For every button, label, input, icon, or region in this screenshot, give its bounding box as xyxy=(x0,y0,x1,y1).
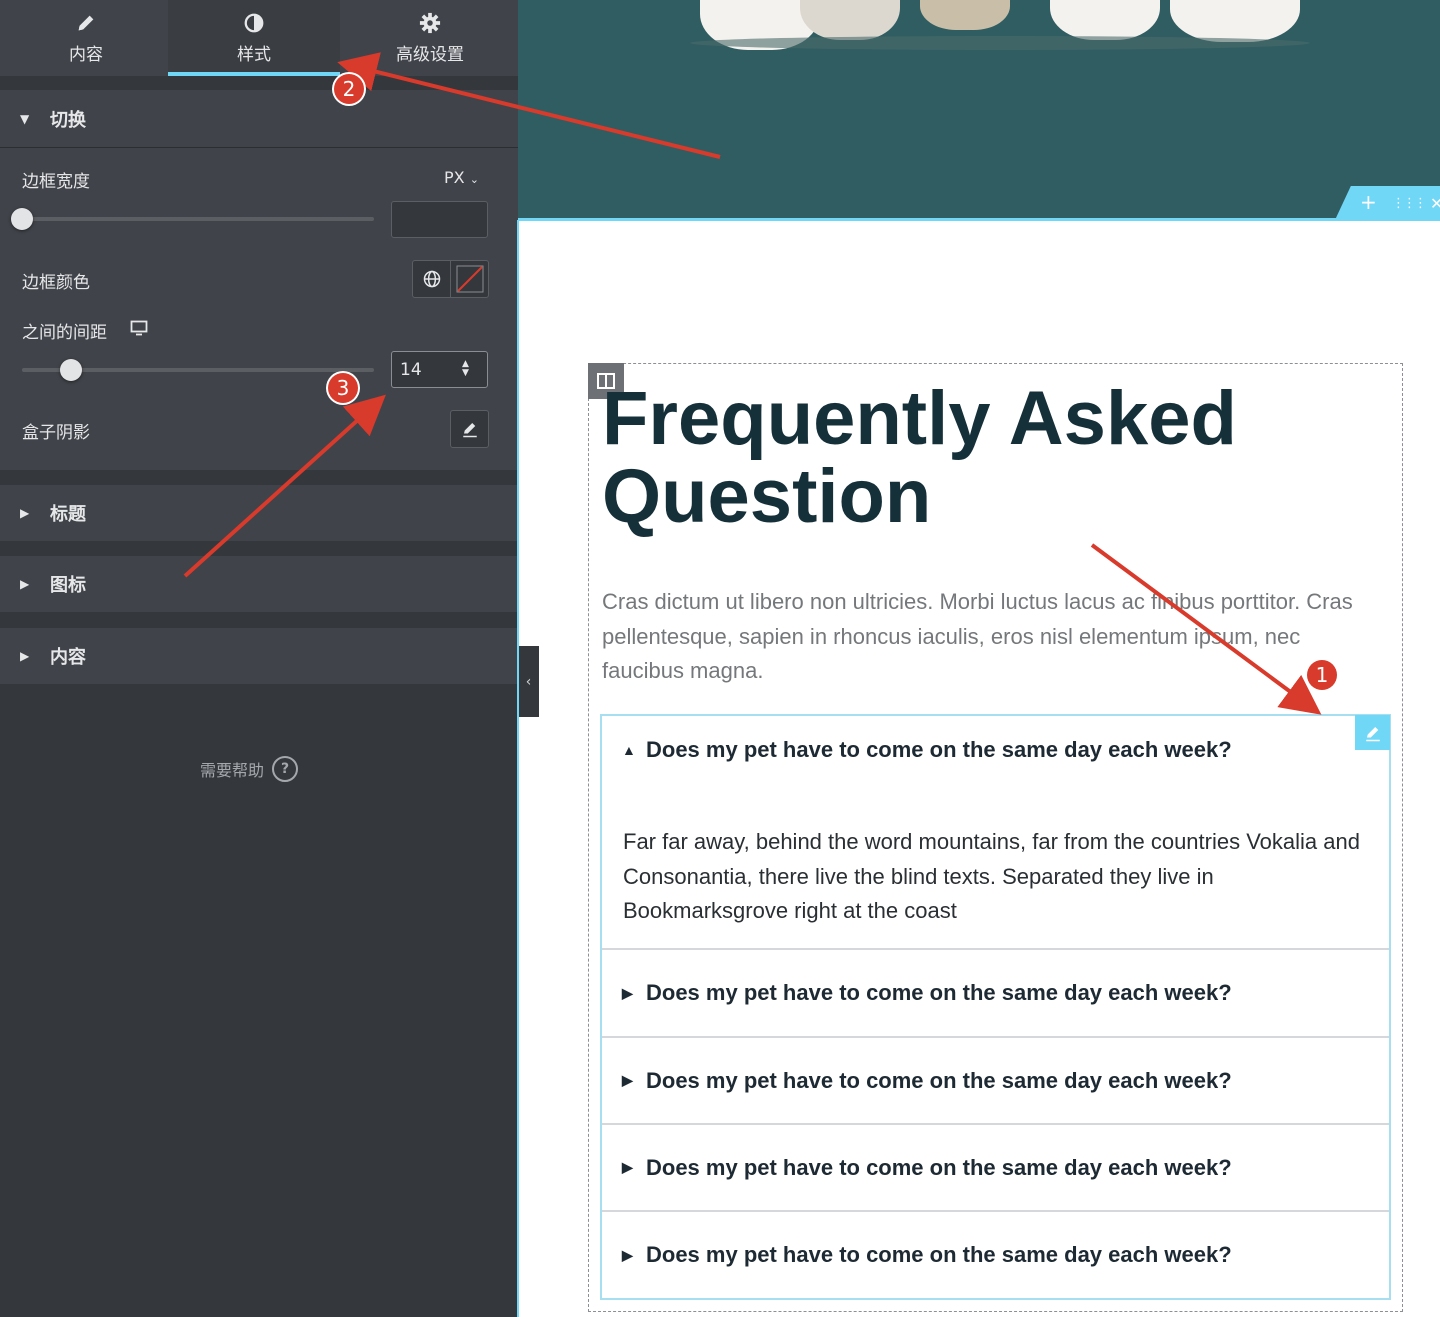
help-link[interactable]: 需要帮助 ? xyxy=(200,756,299,782)
section-content-label: 内容 xyxy=(50,647,86,668)
pencil-icon xyxy=(78,15,94,30)
section-outline-left xyxy=(517,220,519,1317)
accordion-title-5: Does my pet have to come on the same day… xyxy=(646,1242,1232,1267)
edit-widget-button[interactable] xyxy=(1355,715,1390,750)
accordion-item-2[interactable]: ▶ Does my pet have to come on the same d… xyxy=(602,950,1389,1036)
caret-right-icon: ▶ xyxy=(622,984,633,1001)
annotation-badge-3: 3 xyxy=(328,373,358,403)
faq-title: Frequently Asked Question xyxy=(602,376,1237,539)
caret-right-icon: ▶ xyxy=(622,1246,633,1263)
caret-down-icon: ▼ xyxy=(20,112,30,126)
accordion-item-5[interactable]: ▶ Does my pet have to come on the same d… xyxy=(602,1212,1389,1298)
border-width-input[interactable] xyxy=(391,201,488,238)
dog-shadow xyxy=(690,36,1310,50)
section-content-header[interactable]: ▶ 内容 xyxy=(0,628,518,684)
section-icon-header[interactable]: ▶ 图标 xyxy=(0,556,518,612)
tab-advanced[interactable]: 高级设置 xyxy=(344,0,516,76)
border-color-label: 边框颜色 xyxy=(22,273,90,293)
pencil-icon xyxy=(462,423,477,438)
hero-section xyxy=(518,0,1440,220)
chevron-left-icon: ‹ xyxy=(525,673,532,690)
faq-intro: Cras dictum ut libero non ultricies. Mor… xyxy=(602,589,1353,683)
desktop-icon[interactable] xyxy=(130,320,148,336)
border-width-label: 边框宽度 xyxy=(22,172,90,192)
no-color-swatch-icon xyxy=(456,265,483,293)
section-icon-label: 图标 xyxy=(50,575,86,596)
stepper-arrows-icon[interactable]: ▲ ▼ xyxy=(462,360,469,378)
caret-right-icon: ▶ xyxy=(622,1159,633,1175)
accordion-title-3: Does my pet have to come on the same day… xyxy=(646,1067,1232,1093)
global-color-button[interactable] xyxy=(412,260,451,298)
accordion-item-4[interactable]: ▶ Does my pet have to come on the same d… xyxy=(602,1125,1389,1210)
border-width-slider-track[interactable] xyxy=(22,217,374,221)
spacing-slider-handle[interactable] xyxy=(60,359,82,381)
accordion-title-2: Does my pet have to come on the same day… xyxy=(646,980,1232,1005)
accordion-item-3[interactable]: ▶ Does my pet have to come on the same d… xyxy=(602,1038,1389,1123)
contrast-icon xyxy=(244,13,264,32)
globe-icon xyxy=(423,270,440,288)
box-shadow-label: 盒子阴影 xyxy=(22,423,90,443)
chevron-down-icon: ⌄ xyxy=(469,173,479,186)
unit-select[interactable]: PX ⌄ xyxy=(444,168,479,187)
panel-tabs: 内容 样式 高级设置 xyxy=(0,0,518,76)
editor-panel: 内容 样式 高级设置 ▼ 切换 边框宽度 PX ⌄ 边框颜色 之间的间距 14 … xyxy=(0,0,518,1317)
question-icon: ? xyxy=(272,756,299,782)
section-outline xyxy=(518,218,1440,221)
tab-style[interactable]: 样式 xyxy=(168,0,340,76)
panel-collapse-handle[interactable]: ‹ xyxy=(518,646,539,717)
help-label: 需要帮助 xyxy=(200,761,265,780)
unit-value: PX xyxy=(444,168,465,187)
section-toggle-header[interactable]: ▼ 切换 xyxy=(0,92,518,146)
close-section-button[interactable]: ✕ xyxy=(1430,194,1440,213)
section-divider xyxy=(0,147,518,148)
box-shadow-edit-button[interactable] xyxy=(450,410,489,448)
caret-right-icon: ▶ xyxy=(20,506,30,520)
caret-right-icon: ▶ xyxy=(20,649,30,663)
accordion-item-1[interactable]: ▲ Does my pet have to come on the same d… xyxy=(602,716,1389,784)
tab-advanced-label: 高级设置 xyxy=(396,44,464,65)
annotation-badge-1: 1 xyxy=(1307,660,1337,690)
tab-content[interactable]: 内容 xyxy=(0,0,172,76)
pencil-icon xyxy=(1365,726,1380,741)
tab-style-label: 样式 xyxy=(237,44,271,65)
spacing-label: 之间的间距 xyxy=(22,323,107,343)
color-picker-button[interactable] xyxy=(450,260,489,298)
accordion-title-1: Does my pet have to come on the same day… xyxy=(646,737,1232,762)
annotation-badge-2: 2 xyxy=(334,74,364,104)
border-width-slider-handle[interactable] xyxy=(11,208,33,230)
accordion-title-4: Does my pet have to come on the same day… xyxy=(646,1154,1232,1180)
tab-content-label: 内容 xyxy=(69,44,103,65)
gear-icon xyxy=(419,12,441,33)
drag-section-icon[interactable]: ⋮⋮⋮ xyxy=(1392,196,1427,211)
section-toggle-title: 切换 xyxy=(50,110,86,131)
add-section-button[interactable]: + xyxy=(1360,190,1377,214)
section-title-label: 标题 xyxy=(50,504,86,525)
spacing-input[interactable] xyxy=(391,351,488,388)
caret-up-icon: ▲ xyxy=(622,742,636,758)
caret-right-icon: ▶ xyxy=(20,577,30,591)
accordion-body-1: Far far away, behind the word mountains,… xyxy=(623,829,1360,923)
section-title-header[interactable]: ▶ 标题 xyxy=(0,485,518,541)
caret-right-icon: ▶ xyxy=(622,1072,633,1088)
